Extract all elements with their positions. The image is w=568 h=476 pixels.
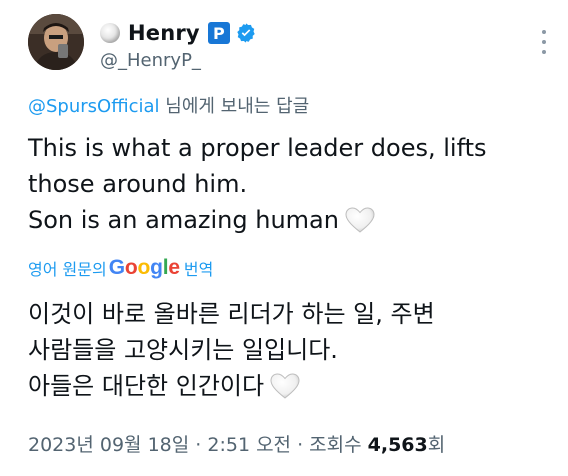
tweet-date[interactable]: 2023년 09월 18일 bbox=[28, 434, 189, 456]
translation-attribution[interactable]: 영어 원문의 Google 번역 bbox=[28, 256, 213, 280]
translated-line-text: 아들은 대단한 인간이다 bbox=[28, 372, 265, 400]
tweet-text: This is what a proper leader does, lifts… bbox=[28, 130, 548, 238]
white-heart-icon bbox=[270, 373, 300, 399]
translation-prefix: 영어 원문의 bbox=[28, 260, 107, 279]
full-moon-icon bbox=[100, 23, 120, 43]
translated-text: 이것이 바로 올바른 리더가 하는 일, 주변 사람들을 고양시키는 일입니다.… bbox=[28, 296, 548, 404]
translated-line: 아들은 대단한 인간이다 bbox=[28, 368, 548, 404]
mention-link[interactable]: @SpursOfficial bbox=[28, 96, 160, 117]
tweet-time[interactable]: 2:51 오전 bbox=[207, 434, 291, 456]
avatar[interactable] bbox=[28, 14, 84, 70]
p-badge: P bbox=[207, 22, 230, 44]
separator: · bbox=[291, 434, 310, 456]
reply-context: @SpursOfficial 님에게 보내는 답글 bbox=[28, 92, 309, 118]
tweet-line: This is what a proper leader does, lifts bbox=[28, 134, 487, 162]
tweet-metadata: 2023년 09월 18일 · 2:51 오전 · 조회수 4,563회 bbox=[28, 430, 445, 457]
verified-badge-icon[interactable] bbox=[235, 22, 257, 44]
tweet-line: those around him. bbox=[28, 170, 248, 198]
tweet-line: Son is an amazing human bbox=[28, 202, 548, 238]
translated-line: 사람들을 고양시키는 일입니다. bbox=[28, 336, 338, 364]
separator: · bbox=[189, 434, 208, 456]
display-name[interactable]: Henry bbox=[128, 21, 200, 45]
name-row: Henry P bbox=[100, 20, 257, 46]
reply-suffix: 님에게 보내는 답글 bbox=[159, 96, 310, 117]
views-suffix: 회 bbox=[427, 434, 446, 456]
tweet-line-text: Son is an amazing human bbox=[28, 206, 339, 234]
translation-suffix: 번역 bbox=[183, 260, 214, 279]
views-count: 4,563 bbox=[367, 434, 428, 456]
translated-line: 이것이 바로 올바른 리더가 하는 일, 주변 bbox=[28, 300, 435, 328]
more-options-icon[interactable] bbox=[540, 30, 548, 54]
google-logo: Google bbox=[108, 256, 180, 279]
views-label: 조회수 bbox=[309, 434, 368, 456]
white-heart-icon bbox=[345, 207, 375, 233]
user-handle[interactable]: @_HenryP_ bbox=[100, 50, 201, 71]
tweet-header: Henry P @_HenryP_ bbox=[28, 14, 548, 76]
